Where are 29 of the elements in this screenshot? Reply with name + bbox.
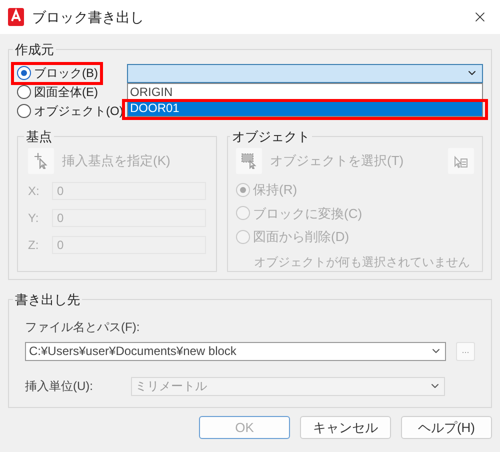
select-objects-label: オブジェクトを選択(T) [270,152,405,170]
quick-select-icon [453,153,469,169]
group-label: 作成元 [14,41,55,59]
units-label: 挿入単位(U): [25,378,94,395]
axis-label: Y: [28,210,38,227]
pick-point-label: 挿入基点を指定(K) [62,152,170,170]
axis-label: X: [28,183,38,200]
radio-button[interactable] [17,104,31,118]
group-label: オブジェクト [231,128,311,146]
dialog-button[interactable]: キャンセル [300,416,391,439]
units-value: ミリメートル [135,378,208,395]
group-label: 基点 [25,128,53,146]
app-logo-icon [8,8,24,26]
dialog-button[interactable]: ヘルプ(H) [401,416,492,439]
radio-button[interactable] [17,85,31,99]
select-window-icon [241,153,257,169]
group-label: 書き出し先 [14,291,81,309]
radio-label[interactable]: ブロック(B) [34,64,98,82]
radio-button[interactable] [17,66,31,80]
block-dropdown[interactable] [127,64,483,82]
window-title: ブロック書き出し [32,8,145,26]
file-path-value: C:¥Users¥user¥Documents¥new block [29,343,238,360]
axis-label: Z: [28,237,38,254]
file-path-field[interactable]: C:¥Users¥user¥Documents¥new block [25,342,446,360]
browse-button[interactable]: ... [456,342,475,360]
file-path-label: ファイル名とパス(F): [25,318,141,336]
selection-status: オブジェクトが何も選択されていません [253,254,471,270]
cursor-plus-icon [34,153,48,169]
radio-label[interactable]: 図面全体(E) [34,83,98,101]
